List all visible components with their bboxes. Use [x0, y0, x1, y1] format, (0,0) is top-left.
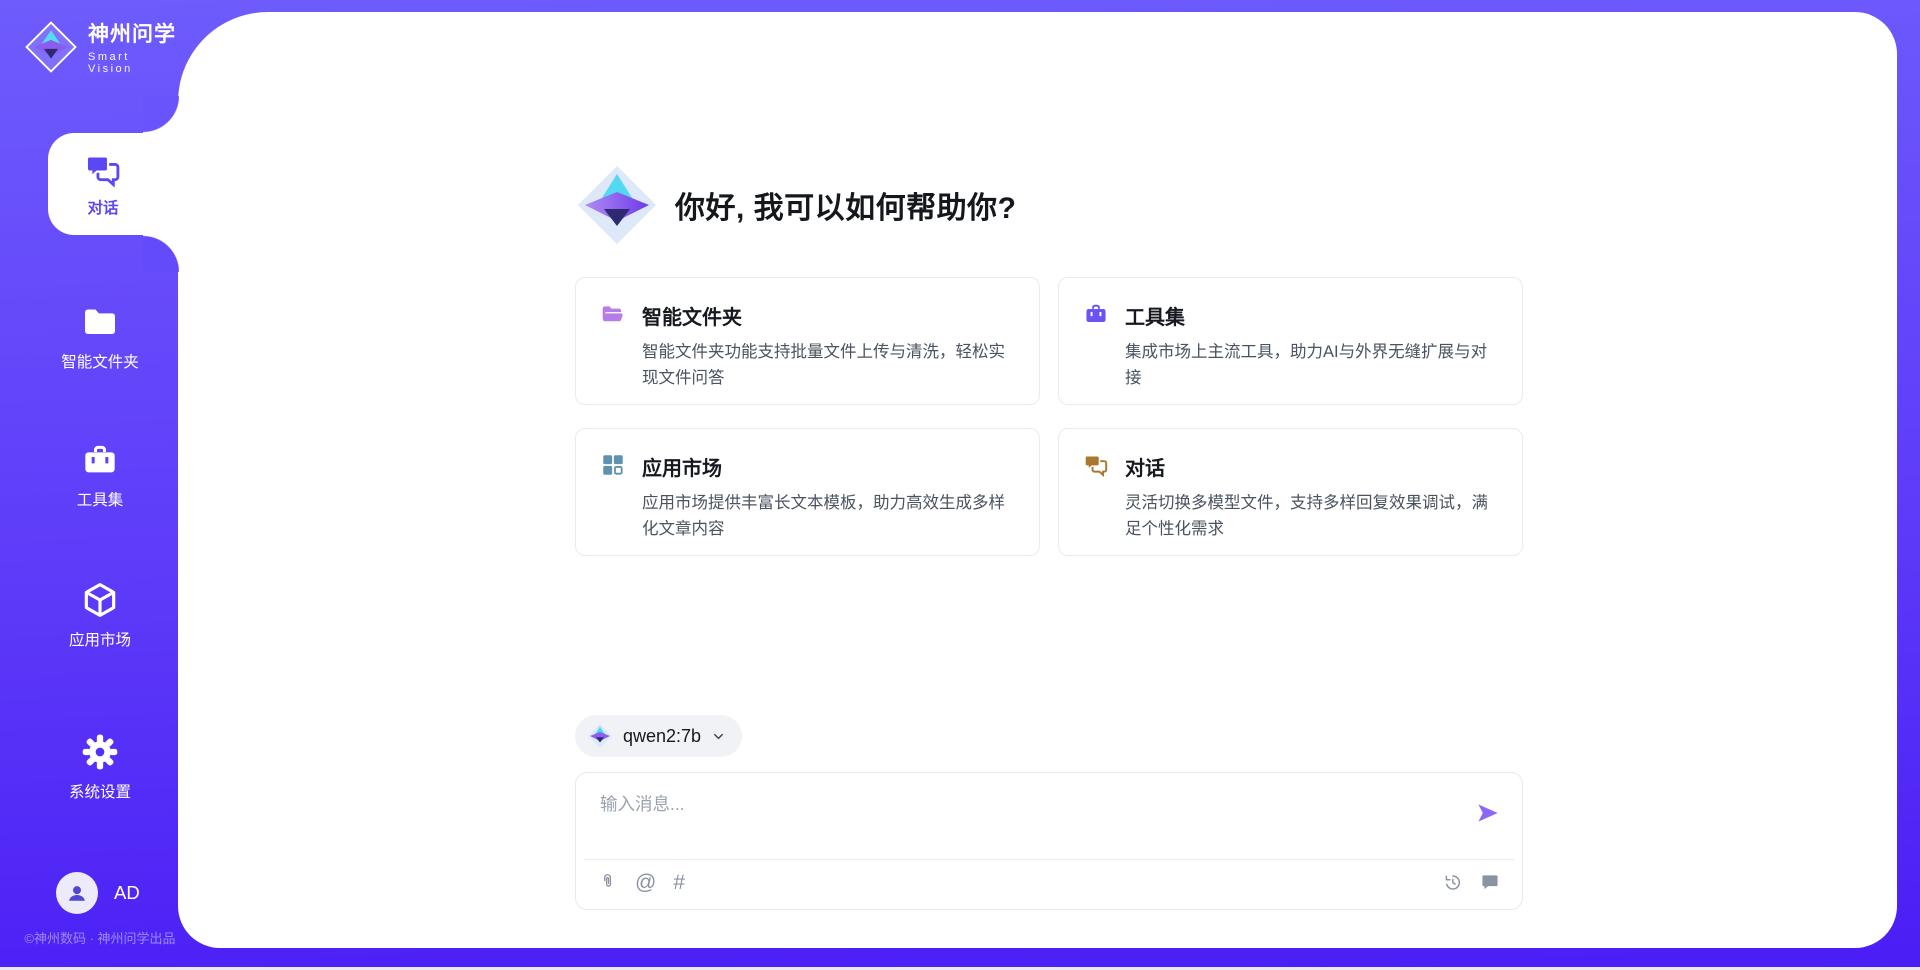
send-icon: [1475, 800, 1501, 826]
sidebar-item-smart-folder[interactable]: 智能文件夹: [11, 302, 189, 372]
card-description: 集成市场上主流工具，助力AI与外界无缝扩展与对接: [1125, 340, 1498, 391]
chevron-down-icon: [711, 729, 726, 744]
mention-button[interactable]: @: [635, 872, 656, 893]
composer-divider: [584, 859, 1514, 860]
model-selector[interactable]: qwen2:7b: [575, 715, 742, 757]
apps-grid-icon: [600, 452, 626, 533]
card-title: 智能文件夹: [642, 301, 1015, 330]
folder-open-icon: [600, 301, 626, 382]
composer-toolbar: @ #: [598, 871, 1500, 893]
send-button[interactable]: [1474, 799, 1502, 827]
sidebar-item-settings[interactable]: 系统设置: [11, 732, 189, 802]
user-icon: [64, 880, 90, 906]
greeting: 你好, 我可以如何帮助你?: [575, 163, 1017, 247]
app-title: 神州问学: [88, 18, 178, 48]
briefcase-icon: [1083, 301, 1109, 382]
sidebar-item-app-market[interactable]: 应用市场: [11, 580, 189, 650]
sidebar-item-label: 工具集: [77, 488, 124, 510]
hashtag-button[interactable]: #: [673, 872, 685, 893]
sidebar-item-label: 系统设置: [69, 780, 131, 802]
card-description: 应用市场提供丰富长文本模板，助力高效生成多样化文章内容: [642, 491, 1015, 542]
card-text: 对话 灵活切换多模型文件，支持多样回复效果调试，满足个性化需求: [1125, 451, 1498, 533]
user-profile[interactable]: AD: [56, 872, 140, 914]
tab-fillet-top: [143, 96, 179, 134]
sidebar-item-toolset[interactable]: 工具集: [11, 440, 189, 510]
sidebar-item-label: 对话: [87, 196, 118, 218]
composer: @ #: [575, 772, 1523, 910]
tab-fillet-bottom: [143, 234, 179, 272]
card-title: 应用市场: [642, 452, 1015, 481]
model-name: qwen2:7b: [623, 726, 701, 747]
copyright: ©神州数码 · 神州问学出品: [0, 928, 200, 947]
card-text: 工具集 集成市场上主流工具，助力AI与外界无缝扩展与对接: [1125, 300, 1498, 382]
avatar[interactable]: [56, 872, 98, 914]
chat-bubbles-icon: [84, 151, 122, 189]
card-chat[interactable]: 对话 灵活切换多模型文件，支持多样回复效果调试，满足个性化需求: [1058, 428, 1523, 556]
card-app-market[interactable]: 应用市场 应用市场提供丰富长文本模板，助力高效生成多样化文章内容: [575, 428, 1040, 556]
card-text: 应用市场 应用市场提供丰富长文本模板，助力高效生成多样化文章内容: [642, 451, 1015, 533]
main-panel: 你好, 我可以如何帮助你? 智能文件夹 智能文件夹功能支持批量文件上传与清洗，轻…: [178, 12, 1897, 948]
hashtag-icon: #: [673, 872, 685, 893]
brand-diamond-icon: [575, 163, 659, 247]
sidebar-item-chat[interactable]: 对话: [48, 133, 180, 235]
sidebar: 神州问学 Smart Vision 对话 智能文件夹: [0, 0, 178, 970]
card-toolset[interactable]: 工具集 集成市场上主流工具，助力AI与外界无缝扩展与对接: [1058, 277, 1523, 405]
at-icon: @: [635, 872, 656, 893]
model-diamond-icon: [587, 723, 613, 749]
chat-square-icon: [1480, 872, 1500, 892]
message-input[interactable]: [600, 791, 1460, 849]
gear-icon: [80, 732, 120, 772]
card-title: 对话: [1125, 452, 1498, 481]
app-window: 你好, 我可以如何帮助你? 智能文件夹 智能文件夹功能支持批量文件上传与清洗，轻…: [0, 0, 1920, 970]
folder-icon: [80, 302, 120, 342]
toolbar-right: [1442, 872, 1500, 893]
history-button[interactable]: [1442, 872, 1463, 893]
sidebar-item-label: 智能文件夹: [61, 350, 139, 372]
chat-bubbles-icon: [1083, 452, 1109, 533]
logo-text: 神州问学 Smart Vision: [88, 18, 178, 75]
cube-icon: [80, 580, 120, 620]
greeting-title: 你好, 我可以如何帮助你?: [675, 183, 1017, 227]
conversation-button[interactable]: [1480, 872, 1500, 892]
card-smart-folder[interactable]: 智能文件夹 智能文件夹功能支持批量文件上传与清洗，轻松实现文件问答: [575, 277, 1040, 405]
sidebar-item-label: 应用市场: [69, 628, 131, 650]
briefcase-icon: [80, 440, 120, 480]
toolbar-left: @ #: [598, 871, 685, 893]
feature-cards: 智能文件夹 智能文件夹功能支持批量文件上传与清洗，轻松实现文件问答 工具集 集成…: [575, 277, 1523, 556]
app-subtitle: Smart Vision: [88, 51, 178, 75]
logo-diamond-icon: [24, 20, 78, 74]
card-description: 智能文件夹功能支持批量文件上传与清洗，轻松实现文件问答: [642, 340, 1015, 391]
paperclip-icon: [598, 871, 618, 893]
card-title: 工具集: [1125, 301, 1498, 330]
app-logo: 神州问学 Smart Vision: [24, 18, 178, 75]
attach-button[interactable]: [598, 871, 618, 893]
history-icon: [1442, 872, 1463, 893]
card-description: 灵活切换多模型文件，支持多样回复效果调试，满足个性化需求: [1125, 491, 1498, 542]
user-initials: AD: [114, 882, 140, 904]
card-text: 智能文件夹 智能文件夹功能支持批量文件上传与清洗，轻松实现文件问答: [642, 300, 1015, 382]
main-content: 你好, 我可以如何帮助你? 智能文件夹 智能文件夹功能支持批量文件上传与清洗，轻…: [575, 12, 1523, 948]
